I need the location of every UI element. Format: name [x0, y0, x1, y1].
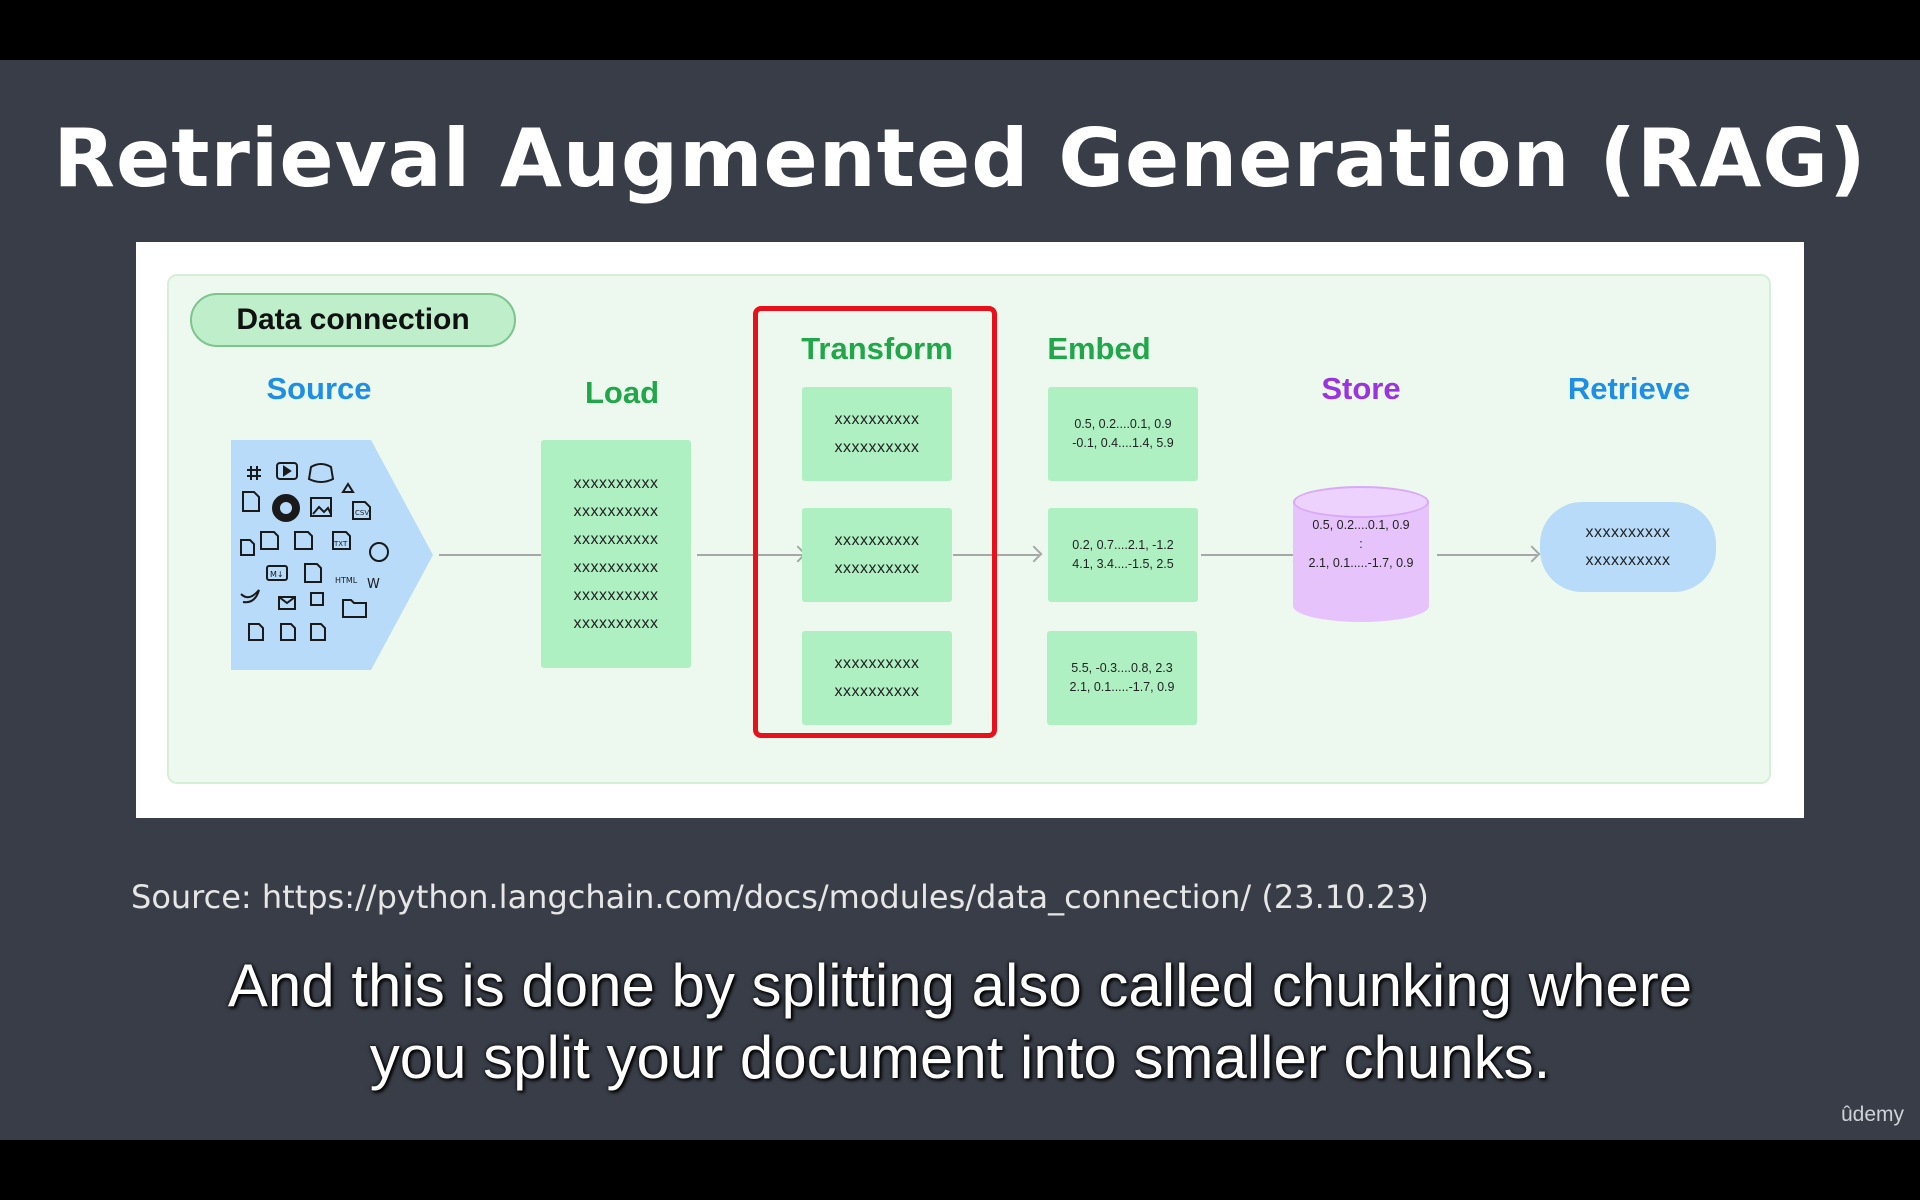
- load-line: xxxxxxxxxx: [573, 503, 659, 520]
- source-citation: Source: https://python.langchain.com/doc…: [131, 878, 1429, 916]
- blank-file-icon-3: [310, 623, 326, 641]
- arrow-source-to-load: [439, 554, 549, 556]
- load-line: xxxxxxxxxx: [573, 615, 659, 632]
- slide-title: Retrieval Augmented Generation (RAG): [53, 112, 1867, 205]
- txt-file-icon: TXT: [332, 531, 351, 550]
- document-icon: [242, 491, 260, 512]
- video-subtitle: And this is done by splitting also calle…: [0, 950, 1920, 1094]
- epub-file-icon: [294, 531, 313, 550]
- arrow-embed-to-store: [1201, 554, 1299, 556]
- embed-vector-3: 5.5, -0.3....0.8, 2.3 2.1, 0.1.....-1.7,…: [1047, 631, 1197, 725]
- retrieve-result-box: xxxxxxxxxx xxxxxxxxxx: [1540, 502, 1716, 592]
- mail-icon: [278, 596, 296, 610]
- embed-vector-1: 0.5, 0.2....0.1, 0.9 -0.1, 0.4....1.4, 5…: [1048, 387, 1198, 481]
- data-connection-badge: Data connection: [190, 293, 516, 347]
- youtube-icon: [276, 462, 298, 480]
- slack-icon: [247, 466, 261, 480]
- svg-text:W: W: [367, 577, 380, 592]
- subtitle-line-1: And this is done by splitting also calle…: [227, 952, 1693, 1019]
- vector-line: 5.5, -0.3....0.8, 2.3: [1071, 661, 1173, 675]
- store-line: 2.1, 0.1.....-1.7, 0.9: [1308, 556, 1414, 570]
- letterbox-top: [0, 0, 1920, 60]
- retrieve-line: xxxxxxxxxx: [1585, 552, 1671, 569]
- ppt-file-icon: [369, 542, 389, 562]
- retrieve-label: Retrieve: [1567, 371, 1691, 406]
- load-line: xxxxxxxxxx: [573, 587, 659, 604]
- vector-line: 4.1, 3.4....-1.5, 2.5: [1072, 557, 1174, 571]
- store-line: :: [1359, 537, 1363, 551]
- retrieve-line: xxxxxxxxxx: [1585, 524, 1671, 541]
- html-icon: HTML: [335, 576, 358, 585]
- data-connection-diagram: Data connection Source Load Transform Em…: [167, 274, 1771, 784]
- source-icons: CSV TXT M↓ HTML W: [240, 462, 389, 641]
- load-line: xxxxxxxxxx: [573, 559, 659, 576]
- load-line: xxxxxxxxxx: [573, 475, 659, 492]
- csv-file-icon: CSV: [352, 501, 371, 520]
- diagram-panel: Data connection Source Load Transform Em…: [136, 242, 1804, 818]
- load-line: xxxxxxxxxx: [573, 531, 659, 548]
- letterbox-bottom: [0, 1140, 1920, 1200]
- load-label: Load: [584, 375, 660, 410]
- blank-file-icon-1: [248, 623, 264, 641]
- markdown-icon: M↓: [266, 565, 288, 581]
- vector-line: 2.1, 0.1.....-1.7, 0.9: [1069, 680, 1175, 694]
- source-label: Source: [266, 371, 372, 406]
- github-icon: [272, 494, 300, 522]
- embed-vector-2: 0.2, 0.7....2.1, -1.2 4.1, 3.4....-1.5, …: [1048, 508, 1198, 602]
- svg-text:M↓: M↓: [270, 570, 284, 579]
- svg-text:CSV: CSV: [355, 509, 369, 517]
- wikipedia-icon: W: [367, 577, 380, 592]
- image-icon: [310, 497, 332, 517]
- blank-file-icon-2: [280, 623, 296, 641]
- vector-line: 0.2, 0.7....2.1, -1.2: [1072, 538, 1174, 552]
- arrow-store-to-retrieve: [1437, 554, 1537, 556]
- svg-text:HTML: HTML: [335, 576, 358, 585]
- vector-line: -0.1, 0.4....1.4, 5.9: [1072, 436, 1174, 450]
- pdf-file-icon: [260, 531, 279, 550]
- load-document-box: xxxxxxxxxx xxxxxxxxxx xxxxxxxxxx xxxxxxx…: [541, 440, 691, 668]
- udemy-watermark: ûdemy: [1840, 1103, 1904, 1126]
- subtitle-line-2: you split your document into smaller chu…: [369, 1024, 1551, 1091]
- embed-label: Embed: [1047, 331, 1151, 366]
- twitter-icon: [240, 589, 260, 604]
- store-label: Store: [1321, 371, 1401, 406]
- folder-icon: [342, 599, 367, 618]
- svg-text:TXT: TXT: [333, 540, 348, 548]
- vector-line: 0.5, 0.2....0.1, 0.9: [1074, 417, 1172, 431]
- discord-icon: [307, 463, 335, 483]
- store-contents: 0.5, 0.2....0.1, 0.9 : 2.1, 0.1.....-1.7…: [1293, 516, 1429, 573]
- store-line: 0.5, 0.2....0.1, 0.9: [1312, 518, 1410, 532]
- drive-icon: [341, 482, 355, 493]
- code-file-icon: [304, 563, 322, 583]
- transform-highlight-frame: [753, 306, 997, 738]
- file-icon: [240, 539, 255, 556]
- json-file-icon: [310, 592, 324, 606]
